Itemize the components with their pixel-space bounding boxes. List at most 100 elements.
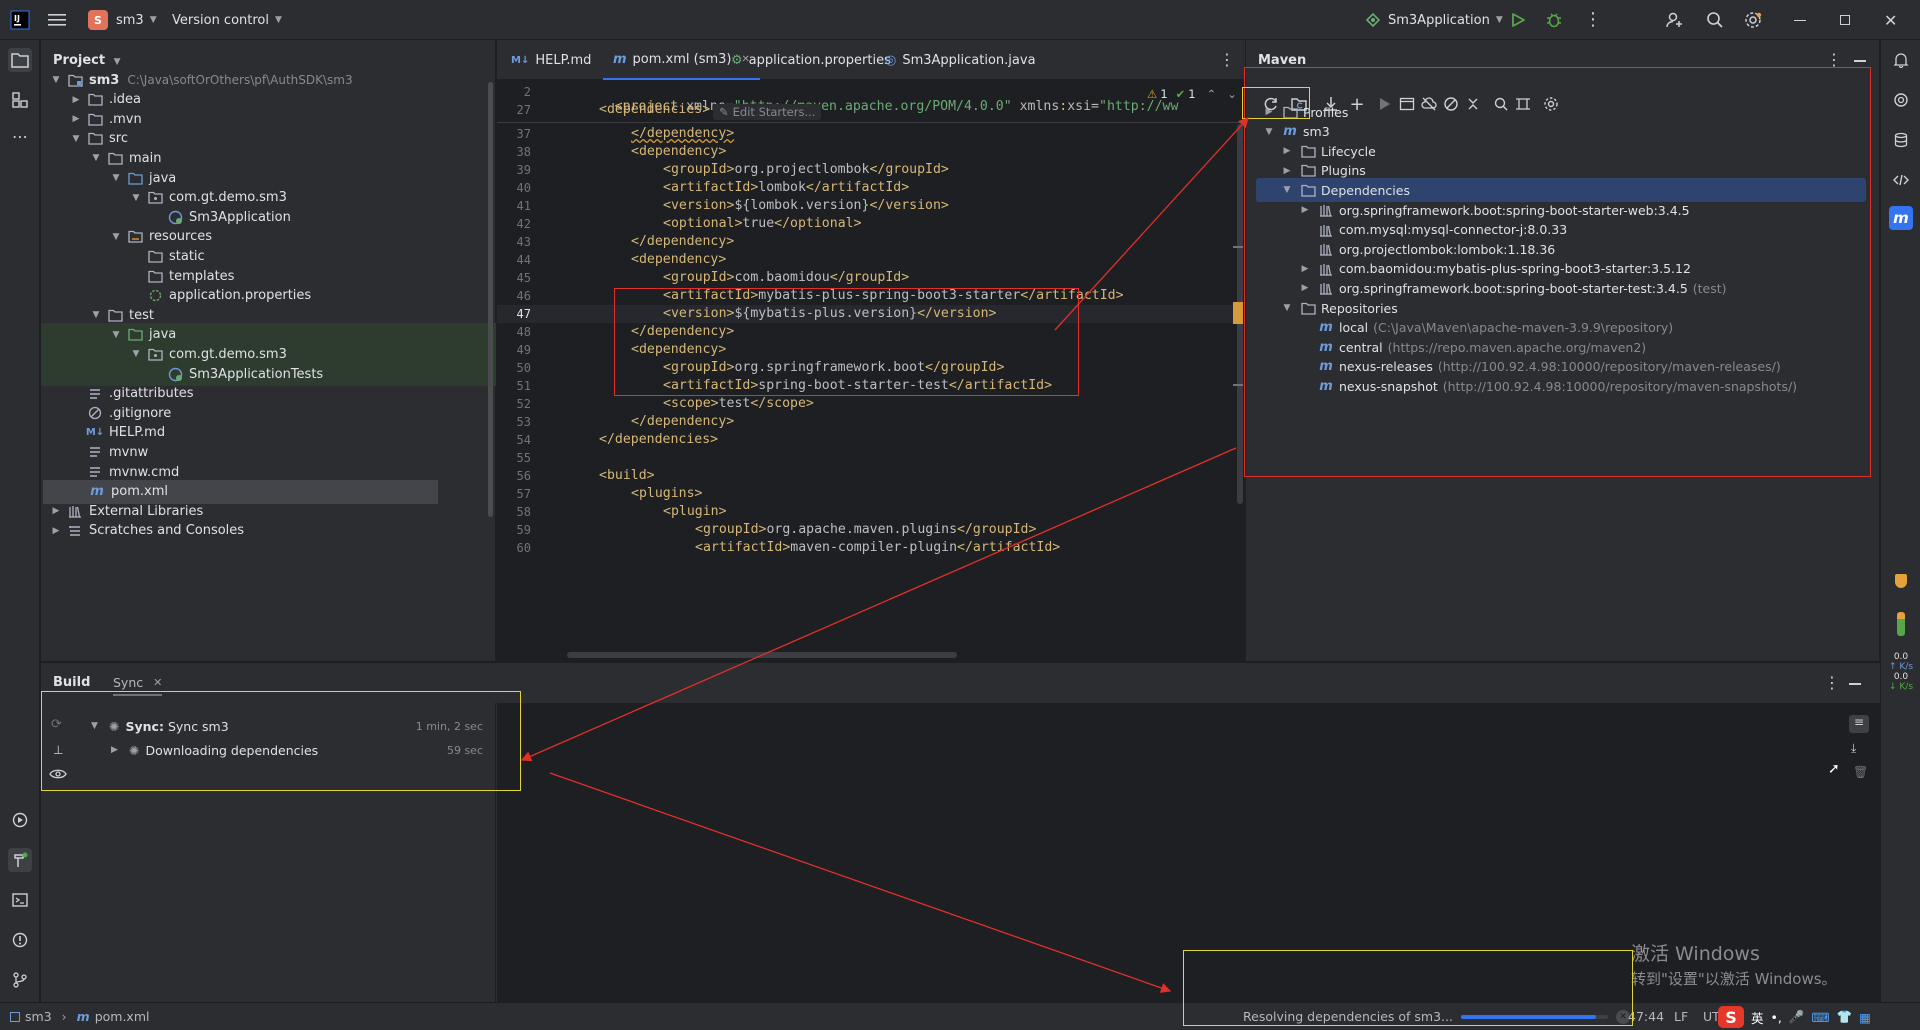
chevron-down-icon[interactable]: ▼: [109, 232, 123, 242]
terminal-icon[interactable]: [8, 888, 32, 912]
main-menu-icon[interactable]: [48, 0, 66, 40]
editor-tab[interactable]: ⚙ application.properties: [721, 40, 901, 80]
horizontal-scrollbar[interactable]: [567, 652, 957, 658]
code-line[interactable]: <plugins>: [631, 486, 702, 501]
more-actions-icon[interactable]: ⋮: [1584, 0, 1602, 40]
warning-marker[interactable]: [1233, 302, 1243, 324]
editor-tab[interactable]: ◎ Sm3Application.java: [875, 40, 1046, 80]
network-speed-widget: 0.0 ↑ K/s 0.0 ↓ K/s: [1888, 652, 1914, 692]
code-line[interactable]: </dependencies>: [599, 432, 718, 447]
annotation-box-maven-panel: [1244, 67, 1871, 477]
project-panel-title[interactable]: Project ▼: [53, 53, 121, 68]
code-line[interactable]: </dependency>: [631, 234, 734, 249]
project-name: sm3: [116, 12, 144, 28]
build-tab[interactable]: Build: [53, 675, 90, 690]
tree-item-label: application.properties: [169, 288, 312, 304]
search-icon[interactable]: [1706, 0, 1724, 40]
run-button[interactable]: [1510, 0, 1526, 40]
hide-panel-icon[interactable]: [1849, 683, 1861, 685]
hide-panel-icon[interactable]: [1854, 60, 1866, 62]
code-line[interactable]: <artifactId>lombok</artifactId>: [663, 180, 909, 195]
annotation-box-dependency-code: [614, 288, 1079, 396]
settings-gear-icon[interactable]: [1744, 0, 1762, 40]
minimize-window-icon[interactable]: [1794, 0, 1806, 40]
code-line[interactable]: <groupId>com.baomidou</groupId>: [663, 270, 909, 285]
spring-class-icon: ◎: [885, 52, 897, 68]
code-line[interactable]: </dependency>: [631, 126, 734, 141]
tree-item-label: External Libraries: [89, 503, 204, 519]
code-line[interactable]: <groupId>org.apache.maven.plugins</group…: [695, 522, 1036, 537]
code-line[interactable]: <build>: [599, 468, 655, 483]
restore-window-icon[interactable]: [1840, 0, 1850, 40]
code-line[interactable]: <dependency>: [631, 144, 726, 159]
database-icon[interactable]: [1889, 128, 1913, 152]
sticky-line-dependencies[interactable]: <dependencies>: [599, 102, 710, 117]
code-line[interactable]: <scope>test</scope>: [663, 396, 814, 411]
chevron-down-icon[interactable]: ▼: [49, 75, 63, 85]
line-separator[interactable]: LF: [1674, 1009, 1688, 1024]
chevron-down-icon: ▼: [149, 15, 157, 25]
chevron-up-icon[interactable]: ⌃: [1207, 87, 1217, 101]
breadcrumb-file[interactable]: pom.xml: [95, 1009, 150, 1024]
endpoints-icon[interactable]: [1889, 168, 1913, 192]
problems-icon[interactable]: [8, 928, 32, 952]
ime-toolbar[interactable]: S 英 •, 🎤 ⌨ 👕 ▦: [1718, 1006, 1871, 1028]
tree-item-label: templates: [169, 268, 235, 284]
inspection-widget[interactable]: ⚠ 1 ✔ 1 ⌃ ⌄: [1147, 87, 1237, 101]
tree-item-label: mvnw: [109, 444, 149, 460]
structure-icon[interactable]: [8, 88, 32, 112]
notifications-bell-icon[interactable]: [1889, 48, 1913, 72]
maven-tool-icon[interactable]: m: [1889, 206, 1913, 230]
chevron-down-icon[interactable]: ▼: [89, 153, 103, 163]
clear-trash-icon[interactable]: 🗑: [1853, 765, 1868, 779]
vcs-widget[interactable]: Version control ▼: [172, 0, 282, 40]
chevron-down-icon[interactable]: ▼: [69, 134, 83, 144]
chevron-down-icon[interactable]: ▼: [129, 349, 143, 359]
code-line[interactable]: <artifactId>maven-compiler-plugin</artif…: [695, 540, 1060, 555]
chevron-right-icon[interactable]: ▶: [69, 95, 83, 105]
services-icon[interactable]: [8, 808, 32, 832]
chevron-right-icon[interactable]: ▶: [49, 506, 63, 516]
soft-wrap-icon[interactable]: ≡: [1849, 715, 1869, 733]
chevron-right-icon[interactable]: ▶: [69, 114, 83, 124]
ai-assistant-icon[interactable]: [1889, 88, 1913, 112]
chevron-down-icon[interactable]: ⌄: [1227, 87, 1237, 101]
scroll-to-end-icon[interactable]: ⤓: [1851, 741, 1856, 756]
code-line[interactable]: <plugin>: [663, 504, 727, 519]
more-options-icon[interactable]: ⋮: [1824, 673, 1840, 692]
project-switcher[interactable]: S sm3 ▼: [88, 0, 157, 40]
git-branch-icon[interactable]: [8, 968, 32, 992]
maven-file-icon: m: [76, 1009, 90, 1024]
chevron-right-icon[interactable]: ▶: [49, 526, 63, 536]
app-logo-icon[interactable]: IJ: [10, 0, 30, 40]
memory-indicator[interactable]: [1897, 612, 1905, 636]
breadcrumb-project[interactable]: sm3: [25, 1009, 52, 1024]
title-bar: IJ S sm3 ▼ Version control ▼ Sm3Applicat…: [0, 0, 1920, 40]
chevron-down-icon[interactable]: ▼: [109, 173, 123, 183]
project-tool-folder-icon[interactable]: [8, 48, 32, 72]
edit-starters-hint[interactable]: ✎ Edit Starters...: [713, 104, 822, 120]
more-tabs-icon[interactable]: ⋮: [1219, 50, 1235, 69]
project-panel-scrollbar[interactable]: [488, 82, 493, 517]
caret-position[interactable]: 47:44: [1628, 1009, 1664, 1024]
close-tab-icon[interactable]: ✕: [153, 676, 162, 689]
close-window-icon[interactable]: ✕: [1884, 0, 1897, 40]
code-line[interactable]: <version>${lombok.version}</version>: [663, 198, 949, 213]
code-line[interactable]: <dependency>: [631, 252, 726, 267]
chevron-down-icon[interactable]: ▼: [89, 310, 103, 320]
security-shield-icon[interactable]: [1895, 574, 1907, 588]
more-tools-icon[interactable]: ⋯: [8, 124, 32, 148]
editor-tab[interactable]: M↓ HELP.md: [501, 40, 601, 80]
line-number: 56: [516, 469, 531, 483]
debug-button[interactable]: [1545, 0, 1563, 40]
code-line[interactable]: </dependency>: [631, 414, 734, 429]
run-config-selector[interactable]: Sm3Application ▼: [1364, 0, 1503, 40]
code-line[interactable]: <groupId>org.projectlombok</groupId>: [663, 162, 949, 177]
project-tree-item[interactable]: ▶ Scratches and Consoles: [41, 519, 496, 543]
build-hammer-icon[interactable]: [8, 848, 32, 872]
chevron-down-icon[interactable]: ▼: [129, 193, 143, 203]
code-with-me-icon[interactable]: [1666, 0, 1684, 40]
code-line[interactable]: <optional>true</optional>: [663, 216, 862, 231]
chevron-down-icon[interactable]: ▼: [109, 330, 123, 340]
line-number: 43: [516, 235, 531, 249]
